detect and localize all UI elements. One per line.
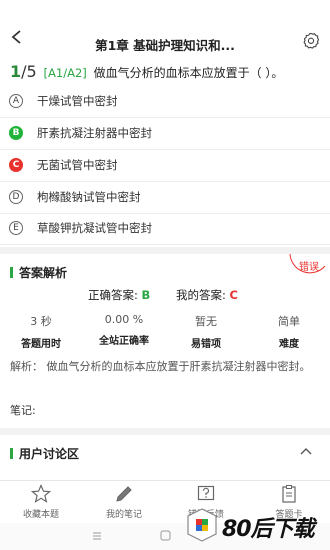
stat-time: 3 秒 答题用时 xyxy=(6,313,76,350)
stat-time-label: 答题用时 xyxy=(21,339,61,350)
chevron-up-icon[interactable] xyxy=(300,447,312,455)
tab-favorite[interactable]: 收藏本题 xyxy=(6,484,76,520)
option-d-text: 枸橼酸钠试管中密封 xyxy=(37,190,141,204)
section-divider xyxy=(0,428,330,435)
site-watermark: 80后下载 xyxy=(186,503,330,550)
stat-error-option: 暂无 易错项 xyxy=(171,313,241,350)
wrong-stamp-text: 错误 xyxy=(299,262,319,273)
star-icon xyxy=(31,484,51,503)
option-e-letter: E xyxy=(9,221,23,235)
tab-my-notes[interactable]: 我的笔记 xyxy=(89,484,159,520)
section-divider xyxy=(0,247,330,254)
wrong-stamp: 错误 xyxy=(287,252,327,284)
option-a-letter: A xyxy=(9,94,23,108)
tab-favorite-label: 收藏本题 xyxy=(22,510,59,520)
watermark-text: 80后下载 xyxy=(222,517,315,542)
site-logo-icon xyxy=(187,508,217,542)
stat-time-value: 3 秒 xyxy=(30,315,52,328)
option-b[interactable]: B 肝素抗凝注射器中密封 xyxy=(0,118,330,150)
correct-answer-value: B xyxy=(141,288,151,302)
my-answer-value: C xyxy=(229,288,238,302)
question-stem: 1/5 [A1/A2] 做血气分析的血标本应放置于（ ）。 xyxy=(10,63,326,82)
stat-difficulty: 简单 难度 xyxy=(254,313,324,350)
option-a[interactable]: A 干燥试管中密封 xyxy=(0,86,330,118)
stat-accuracy: 0.00 % 全站正确率 xyxy=(89,313,159,347)
feedback-icon xyxy=(197,485,215,501)
tab-my-notes-label: 我的笔记 xyxy=(105,510,142,520)
stat-accuracy-label: 全站正确率 xyxy=(99,336,149,347)
question-type-tag: [A1/A2] xyxy=(43,66,87,80)
header-bar: 第1章 基础护理知识和... xyxy=(0,0,330,60)
pen-icon xyxy=(116,486,132,502)
menu-icon[interactable] xyxy=(92,531,102,541)
stat-error-option-value: 暂无 xyxy=(195,315,217,328)
option-d[interactable]: D 枸橼酸钠试管中密封 xyxy=(0,182,330,214)
stat-accuracy-value: 0.00 % xyxy=(104,313,144,326)
question-progress: 1/5 xyxy=(10,62,37,81)
discussion-section-title: 用户讨论区 xyxy=(10,445,79,462)
option-b-letter: B xyxy=(9,126,23,140)
section-accent-bar xyxy=(10,267,13,278)
option-b-text: 肝素抗凝注射器中密封 xyxy=(37,126,152,140)
option-c-text: 无菌试管中密封 xyxy=(37,158,118,172)
page-title: 第1章 基础护理知识和... xyxy=(95,38,235,53)
option-d-letter: D xyxy=(9,190,23,204)
stat-error-option-label: 易错项 xyxy=(191,339,221,350)
analysis-section-title: 答案解析 xyxy=(10,264,67,281)
option-e[interactable]: E 草酸钾抗凝试管中密封 xyxy=(0,213,330,245)
section-accent-bar xyxy=(10,448,13,459)
settings-gear-icon[interactable] xyxy=(302,32,320,50)
option-c-letter: C xyxy=(9,158,23,172)
option-e-text: 草酸钾抗凝试管中密封 xyxy=(37,221,152,235)
option-a-text: 干燥试管中密封 xyxy=(37,94,118,108)
my-answer: 我的答案: C xyxy=(176,288,238,302)
home-icon[interactable] xyxy=(160,530,171,541)
explanation-text: 解析： 做血气分析的血标本应放置于肝素抗凝注射器中密封。 xyxy=(10,360,311,373)
question-text: 做血气分析的血标本应放置于（ ）。 xyxy=(93,66,284,80)
answer-card-icon xyxy=(282,485,296,503)
stat-difficulty-value: 简单 xyxy=(278,315,300,328)
stat-difficulty-label: 难度 xyxy=(279,339,299,350)
option-c[interactable]: C 无菌试管中密封 xyxy=(0,150,330,182)
note-label[interactable]: 笔记: xyxy=(10,402,36,418)
correct-answer: 正确答案: B xyxy=(88,288,151,302)
